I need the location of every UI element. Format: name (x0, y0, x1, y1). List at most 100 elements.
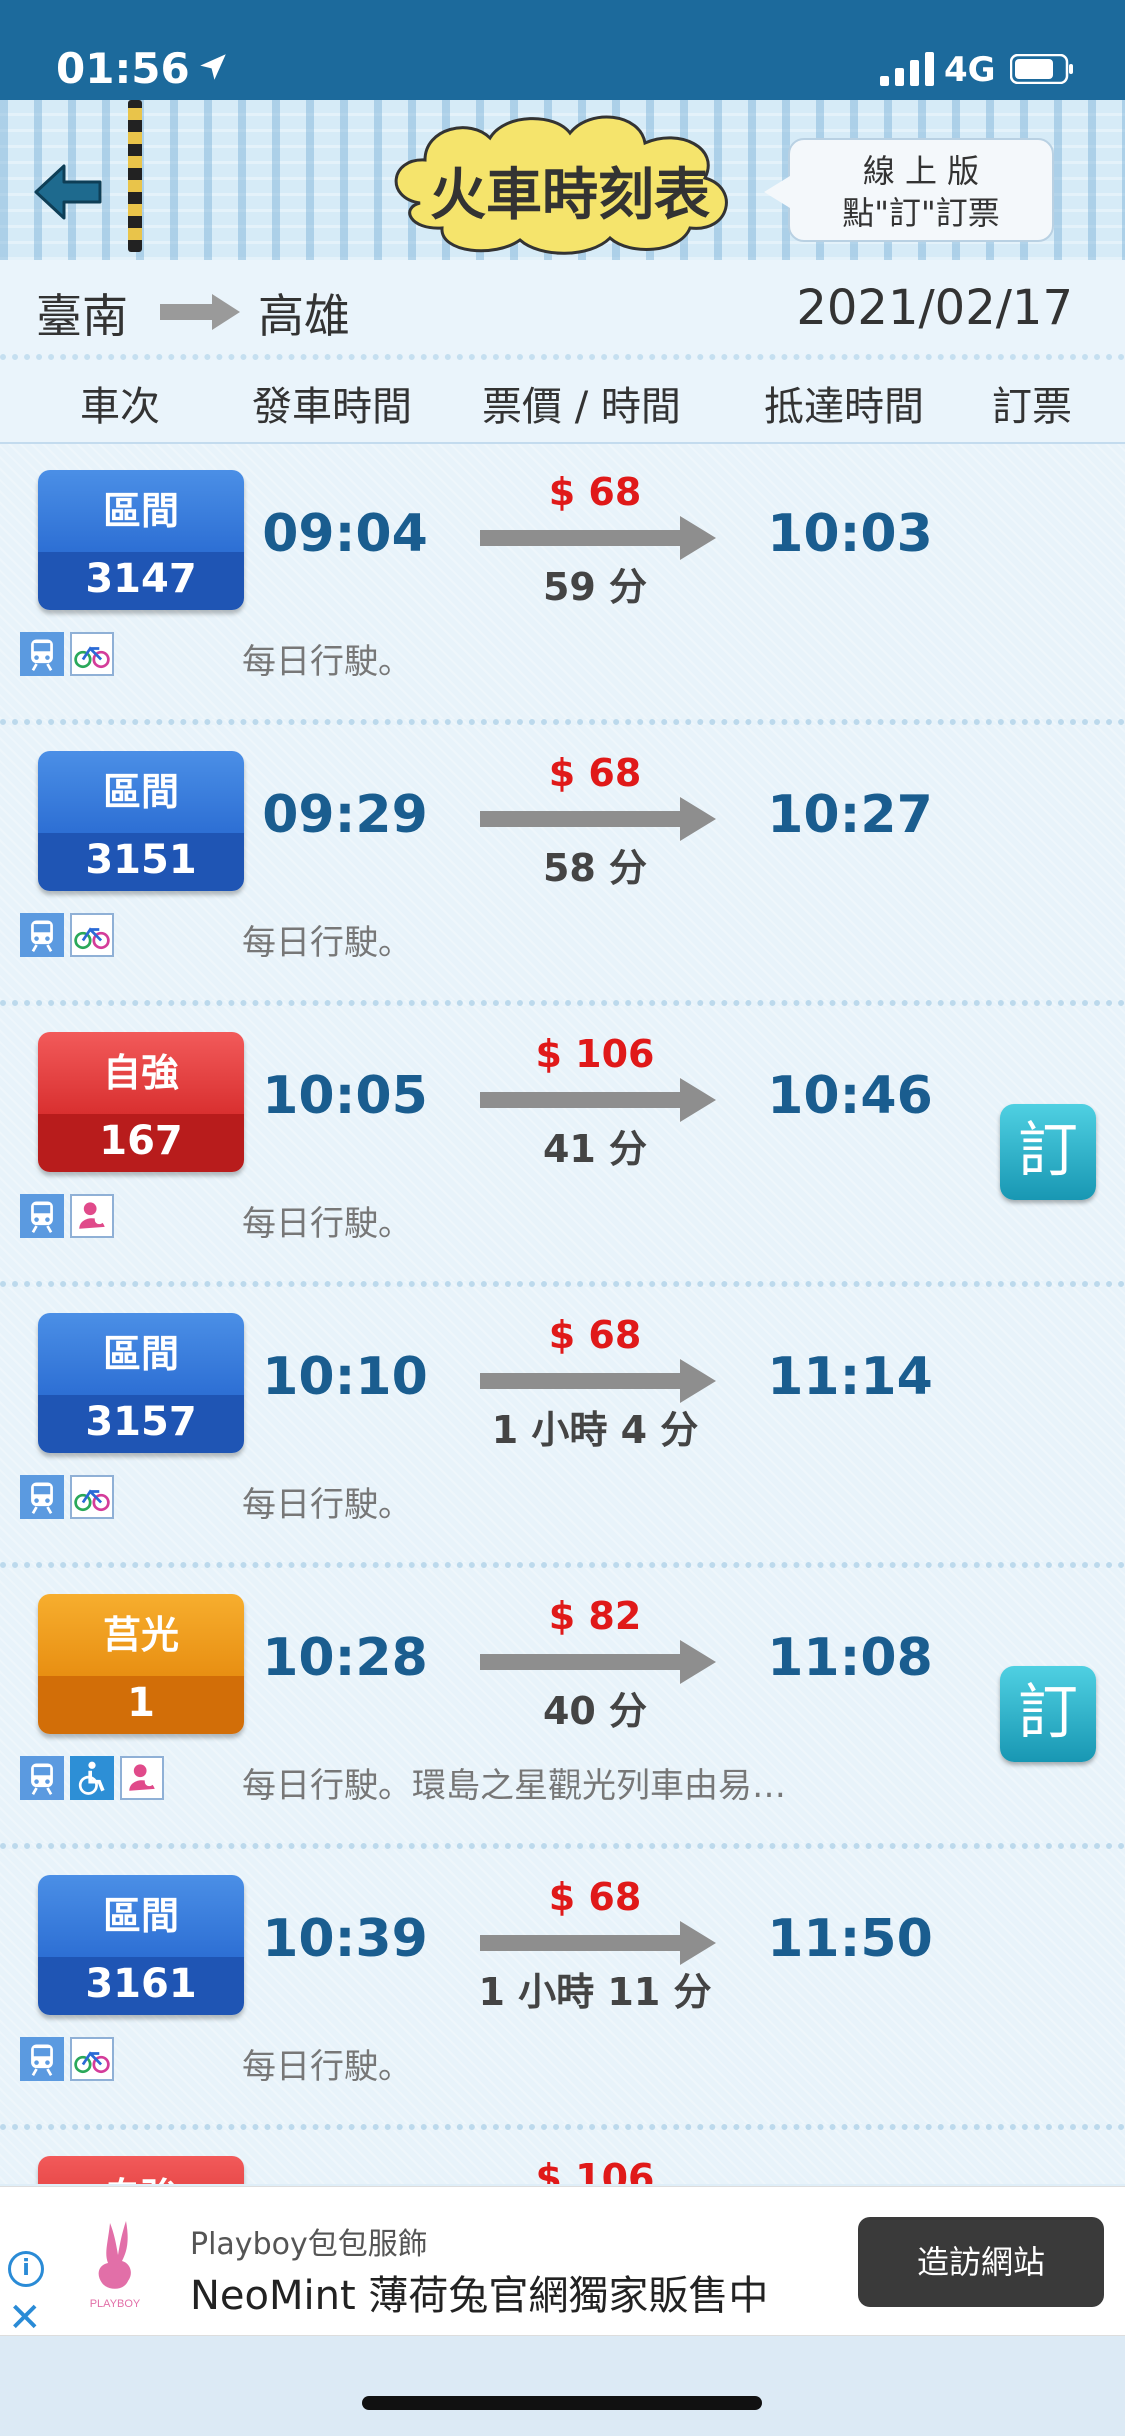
app-header: 火車時刻表 線 上 版 點"訂"訂票 (0, 100, 1125, 260)
train-row[interactable]: 自強 167 10:05 $ 106 41 分 10:46 訂每日行駛。 (0, 1006, 1125, 1287)
train-icon (20, 1756, 64, 1800)
ad-banner[interactable]: i ✕ PLAYBOY Playboy包包服飾 NeoMint 薄荷兔官網獨家販… (0, 2186, 1125, 2341)
wheelchair-icon (70, 1756, 114, 1800)
travel-duration: 41 分 (542, 1127, 648, 1171)
status-bar: 01:56 4G (0, 0, 1125, 100)
fare-price: $ 68 (548, 751, 642, 795)
ad-visit-button[interactable]: 造訪網站 (858, 2217, 1104, 2307)
train-row[interactable]: 區間 3157 10:10 $ 68 1 小時 4 分 11:14 每日行駛。 (0, 1287, 1125, 1568)
col-fare-time: 票價 / 時間 (482, 384, 681, 430)
travel-duration: 59 分 (542, 565, 648, 609)
home-indicator[interactable] (362, 2396, 762, 2410)
arrival-time: 11:08 (767, 1628, 933, 1688)
route-bar: 臺南 高雄 2021/02/17 (0, 260, 1125, 360)
ad-close-icon[interactable]: ✕ (8, 2295, 42, 2341)
train-icon (20, 1475, 64, 1519)
train-type: 區間 (38, 1313, 244, 1395)
fare-price: $ 68 (548, 1875, 642, 1919)
column-headers: 車次 發車時間 票價 / 時間 抵達時間 訂票 (0, 360, 1125, 444)
page-title: 火車時刻表 (430, 162, 710, 228)
fare-price: $ 68 (548, 1313, 642, 1357)
departure-time: 09:29 (262, 785, 428, 845)
train-icon (20, 1194, 64, 1238)
train-row[interactable]: 區間 3151 09:29 $ 68 58 分 10:27 每日行駛。 (0, 725, 1125, 1006)
bottom-background (0, 2336, 1125, 2436)
fare-price: $ 106 (535, 2156, 655, 2184)
signal-pole-decoration (128, 100, 142, 252)
train-badge: 區間 3151 (38, 751, 244, 891)
departure-time: 10:39 (262, 1909, 428, 1969)
service-icons (20, 913, 120, 959)
bike-icon (70, 632, 114, 676)
online-button-line1: 線 上 版 (862, 152, 980, 190)
origin-station: 臺南 (36, 289, 128, 343)
train-badge: 區間 3157 (38, 1313, 244, 1453)
travel-arrow-icon (480, 1359, 716, 1403)
arrival-time: 10:27 (767, 785, 933, 845)
train-note: 每日行駛。 (242, 1485, 412, 1525)
train-note: 每日行駛。 (242, 1204, 412, 1244)
status-time: 01:56 (56, 44, 190, 93)
departure-time: 10:05 (262, 1066, 428, 1126)
train-list[interactable]: 區間 3147 09:04 $ 68 59 分 10:03 每日行駛。 區間 3151 09:29… (0, 444, 1125, 2184)
arrival-time: 11:14 (767, 1347, 933, 1407)
nursing-icon (70, 1194, 114, 1238)
train-note: 每日行駛。 (242, 2047, 412, 2087)
service-icons (20, 1475, 120, 1521)
train-number: 3157 (38, 1395, 244, 1453)
train-number: 1 (38, 1676, 244, 1734)
service-icons (20, 1756, 170, 1802)
ad-sponsor: Playboy包包服飾 (190, 2227, 428, 2262)
col-arrival: 抵達時間 (764, 384, 924, 430)
back-arrow-icon[interactable] (30, 152, 110, 232)
travel-arrow-icon (480, 516, 716, 560)
location-arrow-icon (200, 54, 226, 80)
train-note: 每日行駛。 (242, 642, 412, 682)
route-arrow-icon (160, 294, 240, 330)
train-row[interactable]: 區間 3147 09:04 $ 68 59 分 10:03 每日行駛。 (0, 444, 1125, 725)
travel-arrow-icon (480, 1078, 716, 1122)
fare-price: $ 106 (535, 1032, 655, 1076)
bike-icon (70, 913, 114, 957)
col-train: 車次 (80, 384, 160, 430)
book-button[interactable]: 訂 (1000, 1666, 1096, 1762)
fare-price: $ 82 (548, 1594, 642, 1638)
signal-icon (880, 52, 934, 86)
book-button[interactable]: 訂 (1000, 1104, 1096, 1200)
online-booking-button[interactable]: 線 上 版 點"訂"訂票 (764, 138, 1054, 242)
train-type: 自強 (38, 2156, 244, 2184)
train-icon (20, 913, 64, 957)
travel-duration: 1 小時 11 分 (478, 1970, 712, 2014)
fare-price: $ 68 (548, 470, 642, 514)
arrival-time: 10:46 (767, 1066, 933, 1126)
train-badge: 區間 3147 (38, 470, 244, 610)
train-type: 區間 (38, 470, 244, 552)
train-badge: 自強 167 (38, 1032, 244, 1172)
train-badge: 區間 3161 (38, 1875, 244, 2015)
train-number: 3147 (38, 552, 244, 610)
bike-icon (70, 1475, 114, 1519)
train-note: 每日行駛。 (242, 923, 412, 963)
bike-icon (70, 2037, 114, 2081)
travel-duration: 1 小時 4 分 (491, 1408, 699, 1452)
departure-time: 10:10 (262, 1347, 428, 1407)
col-departure: 發車時間 (252, 384, 412, 430)
train-number: 3161 (38, 1957, 244, 2015)
battery-icon (1010, 54, 1073, 84)
ad-info-icon[interactable]: i (8, 2251, 44, 2287)
train-icon (20, 632, 64, 676)
train-row[interactable]: 區間 3161 10:39 $ 68 1 小時 11 分 11:50 每日行駛。 (0, 1849, 1125, 2130)
destination-station: 高雄 (258, 289, 350, 343)
service-icons (20, 2037, 120, 2083)
train-number: 3151 (38, 833, 244, 891)
arrival-time: 10:03 (767, 504, 933, 564)
online-button-line2: 點"訂"訂票 (842, 194, 1000, 232)
ad-headline: NeoMint 薄荷兔官網獨家販售中 (190, 2273, 769, 2319)
train-row[interactable]: 自強 $ 106 (0, 2130, 1125, 2184)
train-type: 自強 (38, 1032, 244, 1114)
nursing-icon (120, 1756, 164, 1800)
train-row[interactable]: 莒光 1 10:28 $ 82 40 分 11:08 訂每日行駛。環島之星觀光列車由易… (0, 1568, 1125, 1849)
travel-date: 2021/02/17 (796, 280, 1073, 336)
train-type: 區間 (38, 1875, 244, 1957)
service-icons (20, 1194, 120, 1240)
